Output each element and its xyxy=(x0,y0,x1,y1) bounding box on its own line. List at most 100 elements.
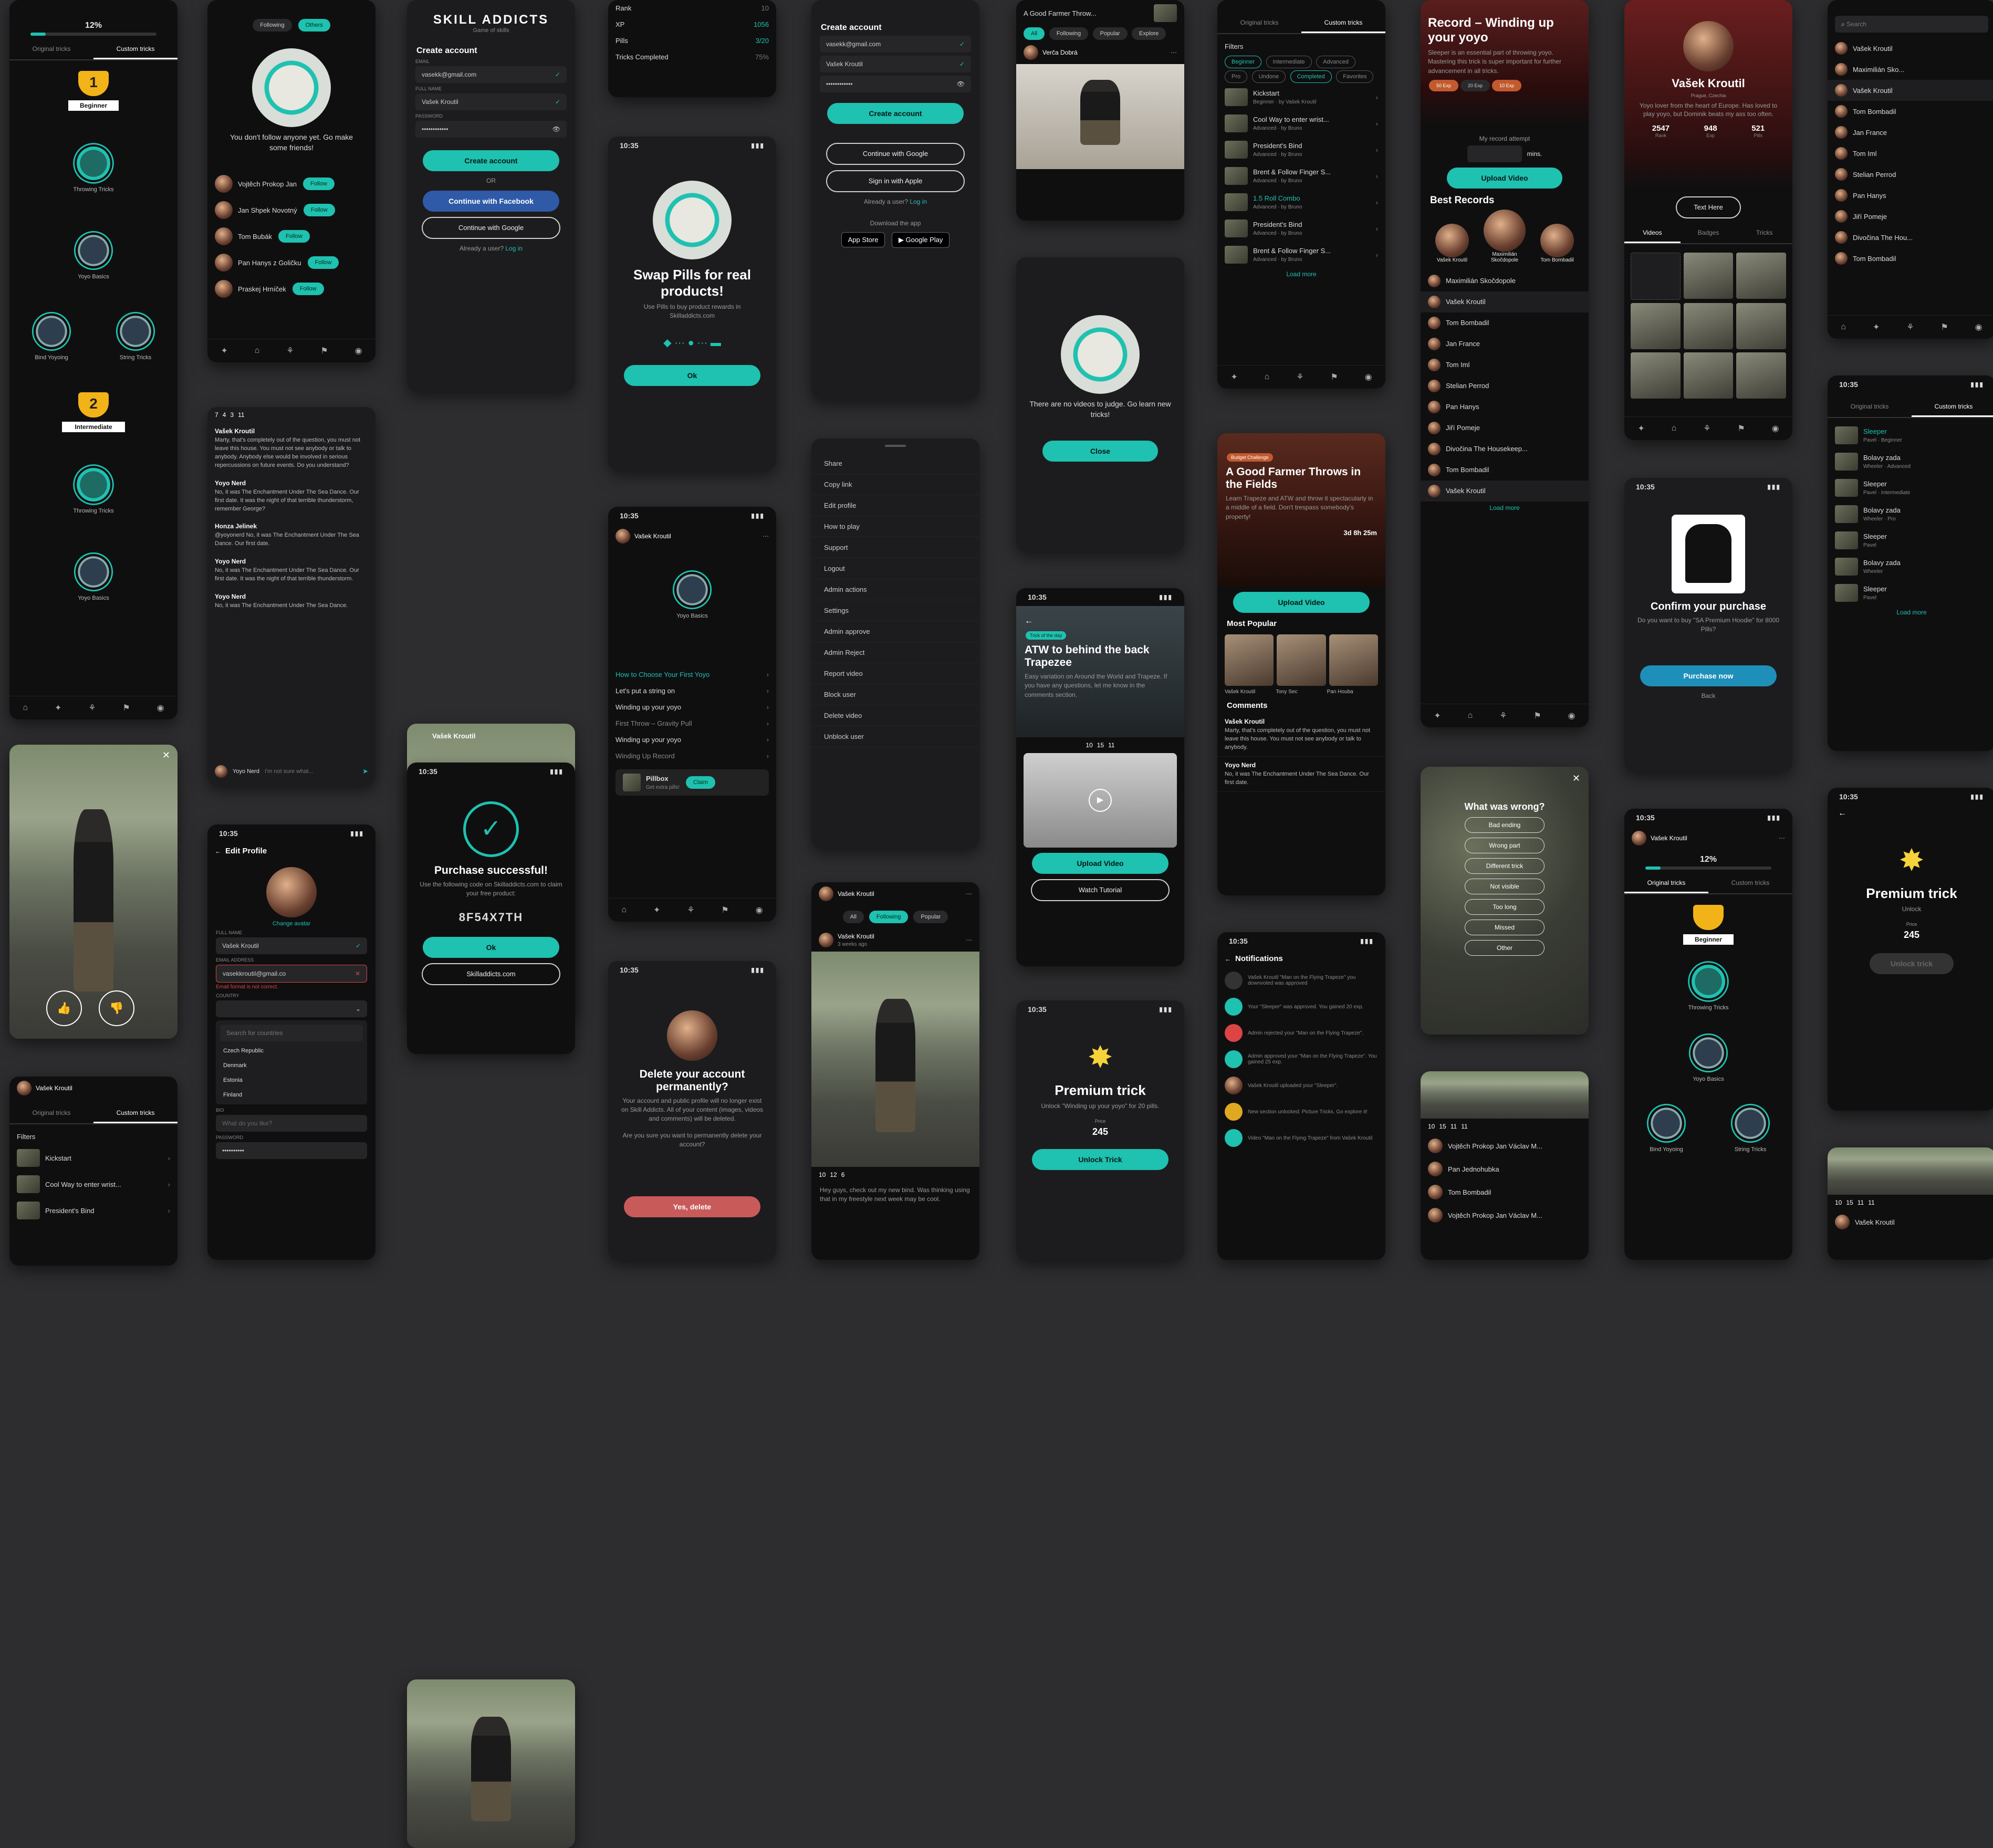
trick-icon[interactable]: ✦ xyxy=(1637,423,1644,434)
filter-following[interactable]: Following xyxy=(1049,27,1089,40)
send-icon[interactable]: ➤ xyxy=(362,767,368,776)
list-item[interactable]: Tom Bombadil xyxy=(1421,1181,1589,1204)
trick-row[interactable]: Winding Up Record › xyxy=(608,748,776,764)
app-store-button[interactable]: App Store xyxy=(841,232,885,247)
password-field[interactable]: •••••••••••• 👁 xyxy=(820,76,971,92)
skill-node[interactable] xyxy=(30,310,72,352)
ranking-icon[interactable]: ⚑ xyxy=(1940,322,1948,332)
rank-row[interactable]: Tom Iml xyxy=(1421,354,1589,375)
close-icon[interactable]: ✕ xyxy=(162,750,170,761)
tutorial-video[interactable]: ▶ xyxy=(1024,753,1177,848)
video-tile[interactable] xyxy=(1736,352,1786,399)
trick-row[interactable]: Sleeper Pavel xyxy=(1828,527,1993,554)
trick-row[interactable]: 1.5 Roll Combo Advanced · by Bruno › xyxy=(1217,189,1385,215)
list-item[interactable]: President's Bind › xyxy=(9,1197,178,1224)
home-icon[interactable]: ⌂ xyxy=(1841,322,1846,332)
more-icon[interactable]: ⋯ xyxy=(966,936,972,944)
filter-explore[interactable]: Explore xyxy=(1131,27,1166,40)
unlock-button[interactable]: Unlock Trick xyxy=(1032,1149,1168,1171)
claim-button[interactable]: Claim xyxy=(685,776,716,789)
profile-icon[interactable]: ◉ xyxy=(355,346,362,356)
website-button[interactable]: Skilladdicts.com xyxy=(422,963,560,985)
avatar[interactable] xyxy=(266,867,317,917)
thumbs-down-button[interactable]: 👎 xyxy=(99,990,134,1026)
rank-row[interactable]: Vašek Kroutil xyxy=(1421,480,1589,502)
filter-popular[interactable]: Popular xyxy=(1092,27,1128,40)
notification-item[interactable]: Vašek Kroutil "Man on the Flying Trapeze… xyxy=(1217,967,1385,994)
tab-original[interactable]: Original tricks xyxy=(9,1104,93,1123)
tab-original[interactable]: Original tricks xyxy=(9,40,93,59)
filter-chip[interactable]: Favorites xyxy=(1336,70,1374,83)
ranking-icon[interactable]: ⚑ xyxy=(320,346,328,356)
reason-option[interactable]: Bad ending xyxy=(1465,817,1545,833)
rank-row[interactable]: Divočina The Housekeep... xyxy=(1421,438,1589,460)
create-account-button[interactable]: Create account xyxy=(827,103,964,124)
notification-item[interactable]: Vašek Kroutil uploaded your "Sleeper". xyxy=(1217,1072,1385,1099)
menu-item-edit-profile[interactable]: Edit profile xyxy=(811,495,979,516)
home-icon[interactable]: ⌂ xyxy=(621,905,627,915)
notification-item[interactable]: Your "Sleeper" was approved. You gained … xyxy=(1217,994,1385,1020)
menu-item-unblock-user[interactable]: Unblock user xyxy=(811,726,979,747)
tree-icon[interactable]: ⚘ xyxy=(1703,423,1710,434)
home-icon[interactable]: ⌂ xyxy=(23,703,28,713)
country-option[interactable]: Denmark xyxy=(216,1058,367,1073)
tab-badges[interactable]: Badges xyxy=(1681,224,1737,243)
leaderboard-row[interactable]: Vašek Kroutil xyxy=(1828,38,1993,59)
country-select[interactable]: ⌄ xyxy=(216,1000,367,1017)
follow-button[interactable]: Follow xyxy=(292,283,324,296)
rank-row[interactable]: Pan Hanys xyxy=(1421,396,1589,417)
rank-row[interactable]: Tom Bombadil xyxy=(1421,460,1589,481)
profile-icon[interactable]: ◉ xyxy=(1975,322,1982,332)
follow-button[interactable]: Follow xyxy=(307,256,339,269)
promo-code[interactable]: 8F54X7TH xyxy=(407,911,575,924)
video-tile[interactable] xyxy=(1683,253,1734,299)
skill-node[interactable] xyxy=(1729,1102,1771,1144)
popular-video[interactable] xyxy=(1225,634,1274,686)
text-here-button[interactable]: Text Here xyxy=(1676,196,1741,218)
filter-chip[interactable]: Intermediate xyxy=(1266,56,1312,68)
upload-tile[interactable] xyxy=(1631,253,1681,300)
video-tile[interactable] xyxy=(1631,352,1681,399)
play-icon[interactable]: ▶ xyxy=(1089,789,1112,812)
post-video[interactable] xyxy=(1016,64,1184,169)
list-item[interactable]: Pan Jednohubka xyxy=(1421,1157,1589,1181)
menu-item-admin-reject[interactable]: Admin Reject xyxy=(811,642,979,663)
popular-video[interactable] xyxy=(1277,634,1326,686)
trick-row[interactable]: Brent & Follow Finger S... Advanced · by … xyxy=(1217,242,1385,268)
filter-all[interactable]: All xyxy=(1024,27,1045,40)
video-tile[interactable] xyxy=(1683,303,1734,349)
profile-icon[interactable]: ◉ xyxy=(1365,372,1372,382)
trick-icon[interactable]: ✦ xyxy=(1230,372,1237,382)
filter-chip[interactable]: Pro xyxy=(1225,70,1248,83)
video-tile[interactable] xyxy=(1631,303,1681,349)
tab-videos[interactable]: Videos xyxy=(1624,224,1681,243)
reason-option[interactable]: Too long xyxy=(1465,899,1545,915)
trick-row[interactable]: Winding up your yoyo › xyxy=(608,732,776,748)
menu-item-copy-link[interactable]: Copy link xyxy=(811,474,979,495)
video-tile[interactable] xyxy=(1683,352,1734,399)
menu-item-share[interactable]: Share xyxy=(811,453,979,474)
reason-option[interactable]: Different trick xyxy=(1465,858,1545,874)
tab-custom[interactable]: Custom tricks xyxy=(1708,874,1792,893)
trick-row[interactable]: President's Bind Advanced · by Bruno › xyxy=(1217,215,1385,242)
search-input[interactable]: ⌕ Search xyxy=(1835,16,1988,33)
rank-row[interactable]: Maximilián Skočdopole xyxy=(1421,270,1589,291)
watch-tutorial-button[interactable]: Watch Tutorial xyxy=(1031,879,1170,901)
leaderboard-row[interactable]: Tom Bombadil xyxy=(1828,248,1993,269)
name-field[interactable]: Vašek Kroutil ✓ xyxy=(216,937,367,954)
trick-row[interactable]: First Throw – Gravity Pull › xyxy=(608,715,776,732)
google-play-button[interactable]: ▶ Google Play xyxy=(891,232,950,248)
trick-row[interactable]: Sleeper Pavel · Beginner xyxy=(1828,422,1993,448)
rank-row[interactable]: Stelian Perrod xyxy=(1421,375,1589,396)
apple-button[interactable]: Sign in with Apple xyxy=(826,170,965,192)
trick-row[interactable]: Let's put a string on › xyxy=(608,683,776,699)
reason-option[interactable]: Missed xyxy=(1465,920,1545,935)
google-button[interactable]: Continue with Google xyxy=(826,143,965,165)
trick-row[interactable]: Kickstart Beginner · by Vašek Kroutil › xyxy=(1217,84,1385,110)
notification-item[interactable]: New section unlocked: Picture Tricks. Go… xyxy=(1217,1099,1385,1125)
leaderboard-row[interactable]: Jiří Pomeje xyxy=(1828,206,1993,227)
tree-icon[interactable]: ⚘ xyxy=(687,905,694,915)
trick-icon[interactable]: ✦ xyxy=(55,703,61,713)
popular-video[interactable] xyxy=(1329,634,1378,686)
facebook-button[interactable]: Continue with Facebook xyxy=(423,190,559,212)
